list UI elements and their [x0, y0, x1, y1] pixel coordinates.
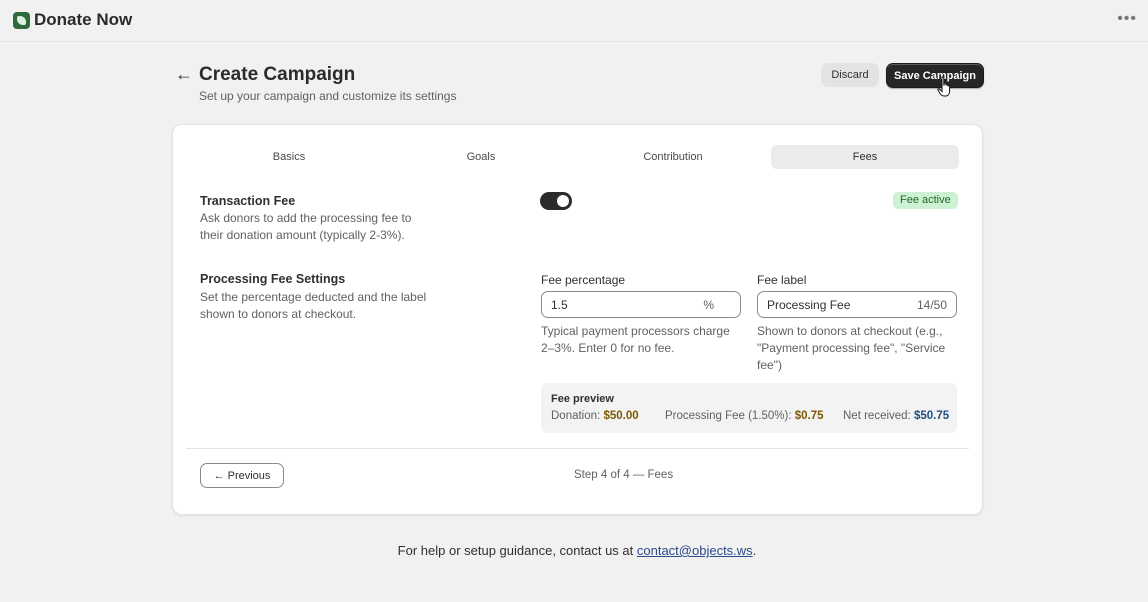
tab-basics[interactable]: Basics	[195, 145, 383, 169]
preview-net: Net received: $50.75	[843, 410, 949, 422]
help-footer: For help or setup guidance, contact us a…	[0, 543, 1148, 558]
app-title: Donate Now	[34, 10, 133, 29]
previous-button[interactable]: ← Previous	[200, 463, 284, 488]
contact-email-link[interactable]: contact@objects.ws	[637, 543, 753, 558]
more-horizontal-icon[interactable]: •••	[1117, 10, 1137, 28]
preview-fee: Processing Fee (1.50%): $0.75	[665, 410, 824, 422]
preview-fee-label: Processing Fee (1.50%):	[665, 410, 792, 422]
help-text: For help or setup guidance, contact us a…	[397, 543, 637, 558]
preview-fee-value: $0.75	[794, 410, 824, 422]
discard-button[interactable]: Discard	[821, 63, 879, 87]
preview-donation-label: Donation:	[551, 410, 601, 422]
preview-net-label: Net received:	[843, 410, 911, 422]
divider	[186, 448, 969, 449]
save-campaign-button[interactable]: Save Campaign	[886, 63, 984, 88]
fee-preview: Fee preview Donation: $50.00 Processing …	[541, 383, 957, 433]
fee-label-counter: 14/50	[916, 298, 947, 312]
campaign-card: Basics Goals Contribution Fees Transacti…	[172, 124, 983, 515]
tab-goals[interactable]: Goals	[387, 145, 575, 169]
preview-donation: Donation: $50.00	[551, 410, 639, 422]
step-indicator: Step 4 of 4 — Fees	[574, 469, 674, 481]
brand-logo-icon	[13, 11, 30, 29]
pointer-cursor-icon	[937, 76, 951, 97]
preview-net-value: $50.75	[913, 410, 950, 422]
fee-preview-title: Fee preview	[551, 393, 614, 405]
transaction-fee-title: Transaction Fee	[200, 194, 296, 208]
fee-percentage-help: Typical payment processors charge 2–3%. …	[541, 324, 730, 355]
toggle-knob	[557, 195, 569, 207]
brand[interactable]: Donate Now	[13, 10, 132, 30]
preview-donation-value: $50.00	[603, 410, 639, 422]
fee-label-label: Fee label	[757, 273, 807, 287]
percent-suffix: %	[703, 298, 714, 312]
top-bar: Donate Now •••	[0, 0, 1148, 42]
transaction-fee-description: Ask donors to add the processing fee to …	[200, 211, 412, 242]
fee-percentage-input[interactable]: 1.5 %	[541, 291, 741, 318]
help-text-suffix: .	[752, 543, 757, 558]
page-title: Create Campaign	[199, 64, 356, 85]
fee-label-help: Shown to donors at checkout (e.g., "Paym…	[757, 324, 946, 372]
fee-label-input[interactable]: Processing Fee 14/50	[757, 291, 957, 318]
fee-percentage-value: 1.5	[551, 298, 568, 312]
processing-fee-title: Processing Fee Settings	[200, 272, 346, 286]
tab-fees[interactable]: Fees	[771, 145, 959, 169]
fee-percentage-label: Fee percentage	[541, 273, 626, 287]
processing-fee-description: Set the percentage deducted and the labe…	[200, 290, 427, 321]
tab-contribution[interactable]: Contribution	[579, 145, 767, 169]
transaction-fee-toggle[interactable]	[540, 192, 572, 210]
fee-status-badge: Fee active	[893, 192, 958, 209]
fee-label-value: Processing Fee	[767, 298, 851, 312]
page-subtitle: Set up your campaign and customize its s…	[199, 89, 457, 103]
back-arrow-icon[interactable]: ←	[175, 64, 193, 85]
